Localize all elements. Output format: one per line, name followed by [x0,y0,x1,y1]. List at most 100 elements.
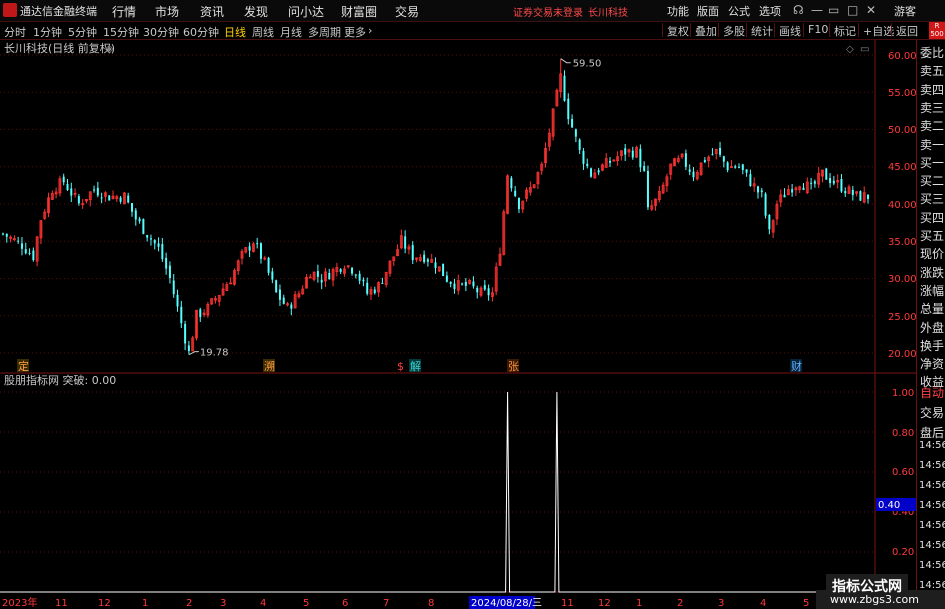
side-field-label[interactable]: 买四 [920,209,944,226]
candle-body[interactable] [517,197,520,210]
candle-body[interactable] [423,254,426,263]
candle-body[interactable] [351,267,354,274]
period-multi[interactable]: 多周期 [308,24,341,40]
candle-body[interactable] [70,188,73,196]
candle-body[interactable] [449,281,452,284]
candle-body[interactable] [28,252,31,254]
candle-body[interactable] [2,233,4,235]
side-field-label[interactable]: 卖五 [920,62,944,79]
period-more[interactable]: 更多 [344,24,366,40]
candle-body[interactable] [373,289,376,294]
candle-body[interactable] [328,272,331,280]
candle-body[interactable] [684,153,687,167]
tool-draw[interactable]: 画线 [774,23,801,38]
tool-adjust[interactable]: 复权 [662,23,689,38]
candle-body[interactable] [597,170,600,173]
side-mode-label[interactable]: 交易 [920,404,944,421]
candle-body[interactable] [96,187,99,196]
close-icon[interactable]: ✕ [866,3,876,17]
candle-body[interactable] [472,281,475,287]
candle-body[interactable] [810,182,813,184]
candle-body[interactable] [358,273,361,281]
candle-body[interactable] [646,170,649,208]
event-marker[interactable]: $ [397,360,404,373]
side-field-label[interactable]: 买三 [920,190,944,207]
candle-body[interactable] [127,195,130,203]
candle-body[interactable] [320,279,323,283]
candle-body[interactable] [802,187,805,190]
period-monthly[interactable]: 月线 [280,24,302,40]
candle-body[interactable] [404,236,407,249]
candle-body[interactable] [726,162,729,171]
candle-body[interactable] [745,169,748,173]
candle-body[interactable] [703,160,706,163]
candle-body[interactable] [738,166,741,168]
menu-layout[interactable]: 版面 [697,3,719,19]
minimize-icon[interactable]: — [811,3,823,17]
event-marker[interactable]: 财 [791,359,802,373]
candle-body[interactable] [20,243,23,249]
candle-body[interactable] [168,265,171,278]
side-mode-label[interactable]: 自动 [920,384,944,401]
candle-body[interactable] [199,309,202,318]
candle-body[interactable] [259,243,262,259]
candle-body[interactable] [381,282,384,284]
period-daily[interactable]: 日线 [224,24,246,40]
candle-body[interactable] [514,190,517,196]
candle-body[interactable] [851,189,854,196]
side-field-label[interactable]: 卖四 [920,81,944,98]
side-mode-label[interactable]: 盘后 [920,424,944,441]
period-intraday[interactable]: 分时 [4,24,26,40]
candle-body[interactable] [180,306,183,324]
candle-body[interactable] [267,257,270,273]
candle-body[interactable] [165,257,168,269]
candle-body[interactable] [32,250,35,261]
candle-body[interactable] [734,166,737,168]
candle-body[interactable] [586,163,589,167]
candle-body[interactable] [354,274,357,276]
menu-function[interactable]: 功能 [667,3,689,19]
candle-body[interactable] [362,279,365,282]
menu-market[interactable]: 市场 [155,3,179,20]
event-marker[interactable]: 解 [410,359,421,373]
candle-body[interactable] [275,280,278,293]
side-field-label[interactable]: 买一 [920,154,944,171]
tool-f10[interactable]: F10 [803,23,828,37]
candle-body[interactable] [62,176,65,183]
candle-body[interactable] [17,240,20,242]
candle-body[interactable] [609,160,612,163]
candle-body[interactable] [711,154,714,156]
side-field-label[interactable]: 现价 [920,245,944,262]
menu-discover[interactable]: 发现 [244,3,268,20]
candle-body[interactable] [24,249,27,254]
candle-body[interactable] [832,180,835,184]
candle-body[interactable] [146,235,149,238]
candle-body[interactable] [791,189,794,193]
candle-body[interactable] [339,268,342,272]
tool-mark[interactable]: 标记 [829,23,856,38]
candle-body[interactable] [829,178,832,184]
side-field-label[interactable]: 买五 [920,227,944,244]
menu-formula[interactable]: 公式 [728,3,750,19]
candle-body[interactable] [578,139,581,150]
period-30min[interactable]: 30分钟 [143,24,179,40]
menu-xiaoda[interactable]: 问小达 [288,3,324,20]
candle-body[interactable] [760,190,763,193]
candle-body[interactable] [77,196,80,204]
candle-body[interactable] [453,283,456,290]
candle-body[interactable] [571,118,574,128]
side-field-label[interactable]: 买二 [920,172,944,189]
period-15min[interactable]: 15分钟 [103,24,139,40]
candle-body[interactable] [442,263,445,276]
candle-body[interactable] [426,259,429,262]
tool-add-favorite[interactable]: +自选 [858,23,894,38]
side-field-label[interactable]: 净资 [920,355,944,372]
candle-body[interactable] [130,203,133,212]
candle-body[interactable] [411,245,414,261]
price-chart[interactable]: 长川科技(日线 前复权) ◈ ◇ ▭ 股朋指标网 突破: 0.00 59.50 … [0,40,916,609]
side-field-label[interactable]: 涨跌 [920,264,944,281]
menu-news[interactable]: 资讯 [200,3,224,20]
side-field-label[interactable]: 卖一 [920,136,944,153]
maximize-icon[interactable]: □ [847,3,858,17]
candle-body[interactable] [119,197,122,202]
